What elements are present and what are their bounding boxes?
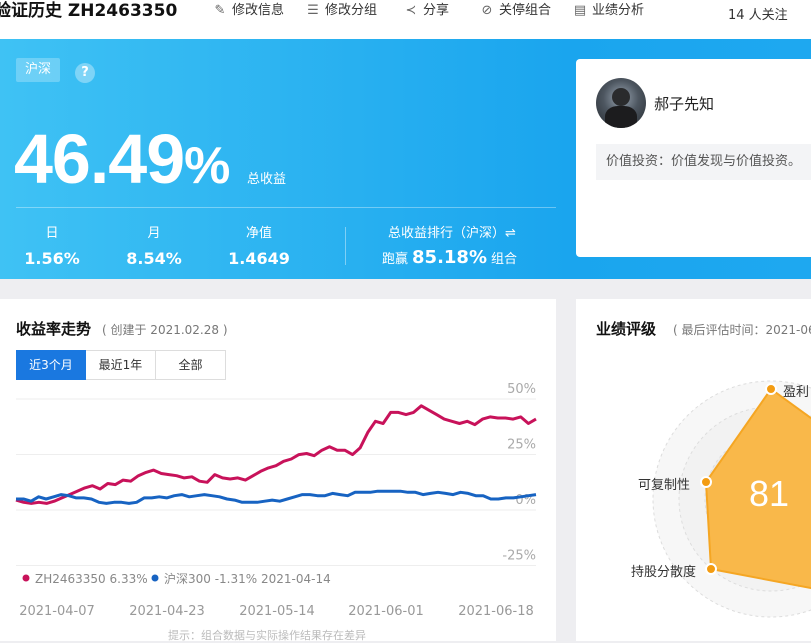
x-tick-label: 2021-04-07 [19,604,95,619]
total-return-unit: % [184,137,230,195]
user-card: 郝子先知 价值投资：价值发现与价值投资。 [576,59,811,257]
radar-point[interactable] [765,383,777,395]
x-tick-label: 2021-06-18 [458,604,534,619]
performance-analysis-label: 业绩分析 [592,3,645,18]
y-tick-label: -25% [502,549,536,564]
radar-label-diversification: 持股分散度 [631,565,697,580]
share-button[interactable]: ≺ 分享 [404,2,449,20]
stop-portfolio-label: 关停组合 [499,3,552,18]
net-value-value: 1.4649 [228,249,290,268]
net-value-label: 净值 [245,226,272,241]
x-tick-label: 2021-04-23 [129,604,205,619]
user-description: 价值投资：价值发现与价值投资。 [596,144,811,180]
rating-eval-time: ( 最后评估时间：2021-06- [673,323,811,337]
stop-portfolio-button[interactable]: ⊘ 关停组合 [480,2,551,20]
share-icon: ≺ [405,3,417,18]
daily-return-value: 1.56% [24,249,80,268]
legend-dot [22,574,30,582]
radar-label-replicability: 可复制性 [638,478,691,493]
edit-info-button[interactable]: ✎ 修改信息 [213,2,284,20]
rating-title: 业绩评级 [596,320,657,338]
total-return-label: 总收益 [247,172,287,187]
rating-panel: 业绩评级 ( 最后评估时间：2021-06- 81 盈利 可复制性 持股分散度 [576,299,811,641]
radar-label-profit: 盈利 [783,385,810,400]
avatar-head [612,88,630,106]
x-tick-label: 2021-05-14 [239,604,315,619]
daily-return-label: 日 [45,226,59,241]
monthly-return-value: 8.54% [126,249,182,268]
followers-count[interactable]: 14 人关注 [728,4,788,23]
monthly-return-label: 月 [147,226,161,241]
report-icon: ▤ [573,3,587,18]
monthly-return: 月 8.54% [122,225,186,271]
performance-analysis-button[interactable]: ▤ 业绩分析 [573,2,644,20]
edit-info-label: 修改信息 [232,3,285,18]
y-tick-label: 50% [507,382,536,397]
total-return-value: 46.49 [14,120,185,198]
rank-suffix: 组合 [491,252,518,267]
series-line-hs300 [16,489,537,505]
daily-return: 日 1.56% [22,225,82,271]
avatar-body [605,106,637,128]
help-icon[interactable]: ? [75,63,95,83]
share-label: 分享 [423,3,450,18]
y-tick-label: 25% [507,438,536,453]
rating-score: 81 [749,473,790,514]
total-return: 46.49% [14,119,230,206]
stop-icon: ⊘ [481,3,493,18]
return-chart: 50%25%0%-25%ZH2463350 6.33% 沪深300 -1.31% … [15,382,537,619]
market-tag: 沪深 [16,58,60,82]
radar-point[interactable] [705,563,717,575]
avatar[interactable] [596,78,646,128]
rating-radar [652,380,811,618]
rank-label: 总收益排行（沪深）⇌ [388,226,516,241]
legend-dot [151,574,159,582]
divider [16,207,556,208]
return-rank[interactable]: 总收益排行（沪深）⇌ 跑赢 85.18% 组合 [382,225,517,268]
rank-value: 85.18% [412,247,487,268]
legend-label[interactable]: ZH2463350 6.33% [35,572,148,586]
x-tick-label: 2021-06-01 [348,604,424,619]
net-value: 净值 1.4649 [224,225,294,271]
top-bar: 验证历史 ZH2463350 ✎ 修改信息 ☰ 修改分组 ≺ 分享 ⊘ 关停组合… [0,0,811,39]
page-title: 验证历史 ZH2463350 [0,1,178,21]
divider [345,227,346,265]
edit-icon: ✎ [214,3,226,18]
list-icon: ☰ [307,3,319,18]
user-name[interactable]: 郝子先知 [654,93,714,114]
edit-group-label: 修改分组 [325,3,378,18]
rank-prefix: 跑赢 [382,252,409,267]
edit-group-button[interactable]: ☰ 修改分组 [306,2,377,20]
radar-point[interactable] [700,476,712,488]
legend-label[interactable]: 沪深300 -1.31% 2021-04-14 [164,572,331,586]
